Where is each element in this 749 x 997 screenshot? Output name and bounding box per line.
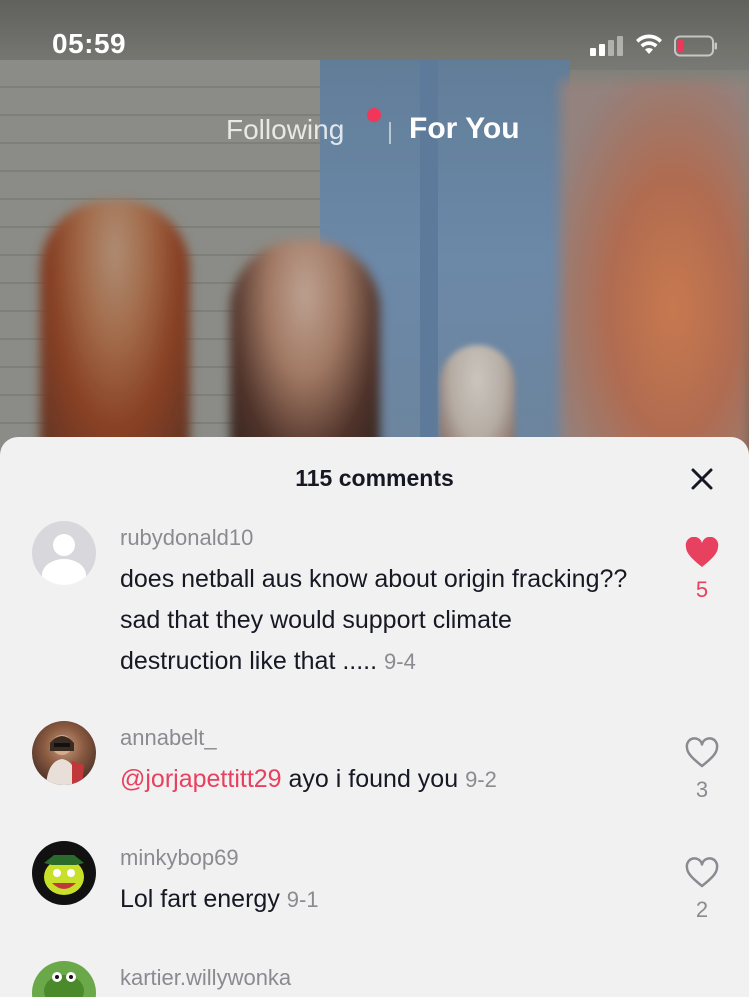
photo-avatar[interactable] bbox=[32, 721, 96, 785]
heart-outline-icon[interactable] bbox=[684, 857, 720, 889]
comment-body: ayo i found you bbox=[288, 765, 459, 793]
cartoon-avatar[interactable] bbox=[32, 841, 96, 905]
close-icon[interactable] bbox=[686, 463, 718, 495]
tab-following[interactable]: Following bbox=[226, 114, 344, 146]
tab-divider bbox=[389, 122, 391, 144]
comment-body: Lol fart energy bbox=[120, 885, 280, 913]
default-avatar[interactable] bbox=[32, 521, 96, 585]
cellular-signal-icon bbox=[590, 34, 624, 56]
comment-username[interactable]: kartier.willywonka bbox=[120, 965, 291, 991]
feed-tabs: Following For You bbox=[0, 108, 749, 158]
comment-text: Lol fart energy 9-1 bbox=[120, 879, 640, 920]
comment-username[interactable]: annabelt_ bbox=[120, 725, 217, 751]
heart-outline-icon[interactable] bbox=[684, 737, 720, 769]
comment-date: 9-4 bbox=[384, 649, 416, 674]
wifi-icon bbox=[636, 34, 662, 54]
like-count: 2 bbox=[695, 897, 709, 922]
comment-mention[interactable]: @jorjapettitt29 bbox=[120, 765, 282, 793]
status-bar: 05:59 bbox=[0, 0, 749, 90]
tab-for-you[interactable]: For You bbox=[409, 112, 520, 146]
status-time: 05:59 bbox=[52, 28, 127, 59]
cartoon-avatar[interactable] bbox=[32, 961, 96, 997]
comment-username[interactable]: rubydonald10 bbox=[120, 525, 253, 551]
like-count: 5 bbox=[695, 577, 709, 602]
comment-text: does netball aus know about origin frack… bbox=[120, 559, 640, 682]
comments-count-title: 115 comments bbox=[295, 465, 454, 491]
comment-date: 9-2 bbox=[465, 767, 497, 792]
comment-text: @jorjapettitt29 ayo i found you 9-2 bbox=[120, 759, 640, 800]
like-count: 3 bbox=[695, 777, 709, 802]
comments-sheet: 115 comments rubydonald10 does netball a… bbox=[0, 437, 749, 997]
comment-username[interactable]: minkybop69 bbox=[120, 845, 239, 871]
notification-dot bbox=[367, 108, 381, 122]
battery-low-icon bbox=[674, 35, 717, 57]
comment-body: does netball aus know about origin frack… bbox=[120, 565, 628, 675]
heart-filled-icon[interactable] bbox=[684, 537, 720, 569]
comment-date: 9-1 bbox=[286, 887, 319, 912]
